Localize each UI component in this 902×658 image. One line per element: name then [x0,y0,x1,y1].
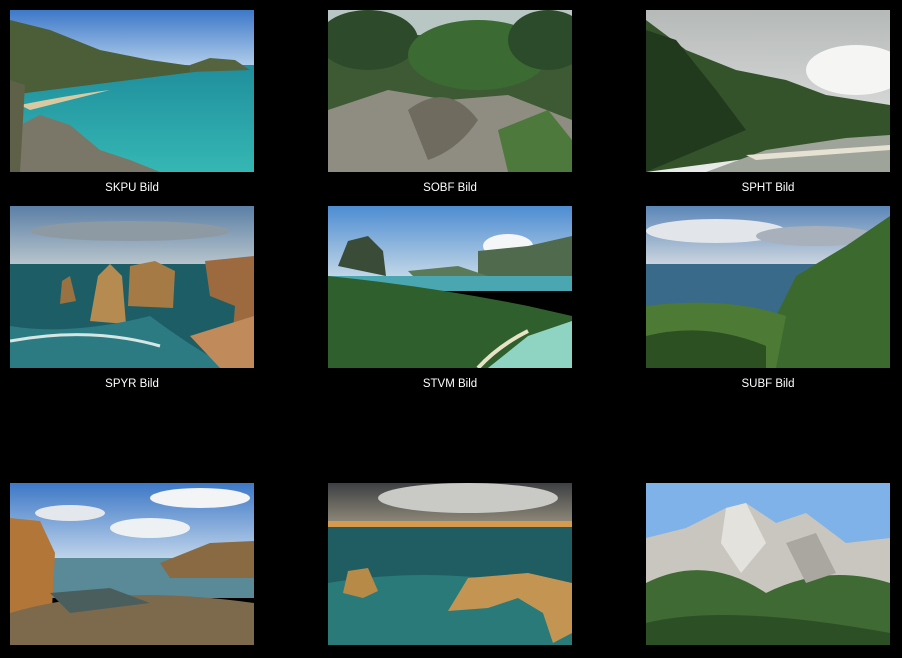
gallery-item-subf[interactable]: SUBF Bild [646,206,890,391]
gallery-item-sobf[interactable]: SOBF Bild [328,10,572,195]
gallery-item-stvm[interactable]: STVM Bild [328,206,572,391]
thumbnail-caption: SUBF Bild [741,378,795,390]
thumbnail-image[interactable] [10,206,254,368]
thumbnail-image[interactable] [328,206,572,368]
gallery-item-skpu[interactable]: SKPU Bild [10,10,254,195]
thumbnail-caption: SOBF Bild [423,182,477,194]
gallery-item-9[interactable] [646,483,890,645]
gallery-item-spyr[interactable]: SPYR Bild [10,206,254,391]
thumbnail-caption: STVM Bild [422,378,478,390]
thumbnail-caption: SPYR Bild [105,378,159,390]
thumbnail-image[interactable] [328,10,572,172]
thumbnail-image[interactable] [328,483,572,645]
thumbnail-caption: SKPU Bild [105,182,159,194]
gallery-item-spht[interactable]: SPHT Bild [646,10,890,195]
thumbnail-image[interactable] [10,483,254,645]
thumbnail-image[interactable] [646,10,890,172]
gallery-item-8[interactable] [328,483,572,645]
thumbnail-caption: SPHT Bild [741,182,795,194]
thumbnail-image[interactable] [646,483,890,645]
thumbnail-image[interactable] [10,10,254,172]
gallery-item-7[interactable] [10,483,254,645]
thumbnail-image[interactable] [646,206,890,368]
